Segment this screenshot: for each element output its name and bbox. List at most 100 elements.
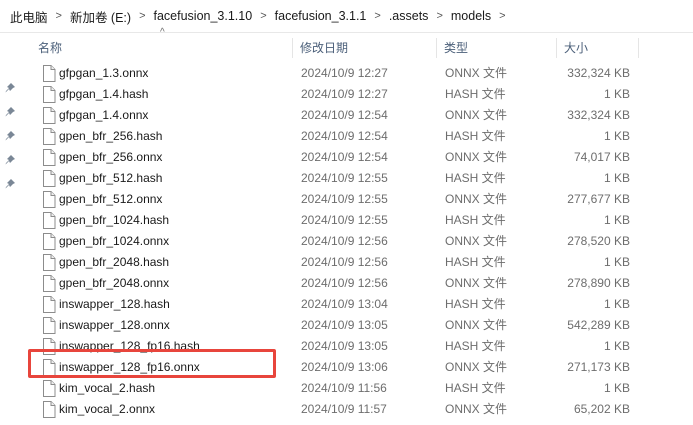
file-name: gfpgan_1.4.hash [59, 87, 149, 101]
file-row[interactable]: inswapper_128.onnx 2024/10/9 13:05 ONNX 文件… [22, 315, 693, 336]
file-date: 2024/10/9 13:04 [301, 297, 388, 311]
file-name: gfpgan_1.3.onnx [59, 66, 149, 80]
breadcrumb: 此电脑 > 新加卷 (E:) > facefusion_3.1.10 > fac… [0, 0, 693, 33]
file-date: 2024/10/9 13:05 [301, 339, 388, 353]
pin-icon[interactable] [4, 130, 16, 142]
file-row[interactable]: gpen_bfr_1024.onnx 2024/10/9 12:56 ONNX 文件… [22, 231, 693, 252]
file-date: 2024/10/9 12:56 [301, 255, 388, 269]
chevron-right-icon[interactable]: > [50, 10, 68, 22]
file-name: inswapper_128.onnx [59, 318, 170, 332]
file-size: 1 KB [603, 339, 630, 353]
file-row[interactable]: gpen_bfr_512.onnx 2024/10/9 12:55 ONNX 文件 2… [22, 189, 693, 210]
file-row[interactable]: gpen_bfr_256.hash 2024/10/9 12:54 HASH 文件 1… [22, 126, 693, 147]
file-date: 2024/10/9 12:27 [301, 87, 388, 101]
pin-icon[interactable] [4, 82, 16, 94]
file-icon [42, 233, 56, 250]
column-divider[interactable] [292, 38, 293, 58]
file-name: gfpgan_1.4.onnx [59, 108, 149, 122]
chevron-right-icon[interactable]: > [368, 10, 386, 22]
file-row[interactable]: gfpgan_1.3.onnx 2024/10/9 12:27 ONNX 文件 332… [22, 63, 693, 84]
file-date: 2024/10/9 13:05 [301, 318, 388, 332]
file-type: ONNX 文件 [445, 150, 508, 164]
chevron-right-icon[interactable]: > [493, 10, 511, 22]
file-type: HASH 文件 [445, 339, 506, 353]
file-name: kim_vocal_2.onnx [59, 402, 156, 416]
file-name: gpen_bfr_1024.hash [59, 213, 170, 227]
pin-icon[interactable] [4, 106, 16, 118]
file-name: gpen_bfr_2048.hash [59, 255, 170, 269]
chevron-right-icon[interactable]: > [133, 10, 151, 22]
file-icon [42, 86, 56, 103]
file-type: ONNX 文件 [445, 66, 508, 80]
file-type: HASH 文件 [445, 87, 506, 101]
file-row[interactable]: gfpgan_1.4.onnx 2024/10/9 12:54 ONNX 文件 332… [22, 105, 693, 126]
file-type: ONNX 文件 [445, 318, 508, 332]
file-size: 74,017 KB [573, 150, 630, 164]
column-divider[interactable] [638, 38, 639, 58]
breadcrumb-item[interactable]: models [449, 9, 493, 23]
file-type: ONNX 文件 [445, 192, 508, 206]
file-size: 278,520 KB [567, 234, 630, 248]
file-date: 2024/10/9 12:55 [301, 192, 388, 206]
file-row[interactable]: gpen_bfr_256.onnx 2024/10/9 12:54 ONNX 文件 7… [22, 147, 693, 168]
file-date: 2024/10/9 12:56 [301, 234, 388, 248]
file-type: ONNX 文件 [445, 402, 508, 416]
file-icon [42, 212, 56, 229]
breadcrumb-item[interactable]: facefusion_3.1.10 [152, 9, 255, 23]
file-icon [42, 275, 56, 292]
breadcrumb-item[interactable]: 新加卷 (E:) [68, 7, 133, 26]
file-icon [42, 317, 56, 334]
file-size: 1 KB [603, 87, 630, 101]
file-type: HASH 文件 [445, 129, 506, 143]
file-size: 1 KB [603, 129, 630, 143]
file-name: kim_vocal_2.hash [59, 381, 156, 395]
chevron-right-icon[interactable]: > [430, 10, 448, 22]
file-icon [42, 170, 56, 187]
column-header-size[interactable]: 大小 [560, 36, 638, 60]
file-name: gpen_bfr_256.hash [59, 129, 163, 143]
file-date: 2024/10/9 12:55 [301, 213, 388, 227]
file-date: 2024/10/9 12:54 [301, 150, 388, 164]
file-size: 65,202 KB [573, 402, 630, 416]
file-name: gpen_bfr_2048.onnx [59, 276, 170, 290]
breadcrumb-item[interactable]: .assets [387, 9, 431, 23]
column-headers: ^ 名称 修改日期 类型 大小 [22, 27, 693, 60]
file-icon [42, 296, 56, 313]
breadcrumb-item[interactable]: facefusion_3.1.1 [273, 9, 369, 23]
file-row[interactable]: kim_vocal_2.hash 2024/10/9 11:56 HASH 文件 1 … [22, 378, 693, 399]
file-row[interactable]: kim_vocal_2.onnx 2024/10/9 11:57 ONNX 文件 65… [22, 399, 693, 420]
file-date: 2024/10/9 12:55 [301, 171, 388, 185]
file-size: 1 KB [603, 297, 630, 311]
file-type: ONNX 文件 [445, 108, 508, 122]
breadcrumb-item[interactable]: 此电脑 [0, 7, 50, 26]
file-date: 2024/10/9 12:56 [301, 276, 388, 290]
column-header-name[interactable]: 名称 [34, 36, 284, 60]
file-date: 2024/10/9 12:54 [301, 108, 388, 122]
pin-icon[interactable] [4, 178, 16, 190]
file-size: 277,677 KB [567, 192, 630, 206]
file-icon [42, 128, 56, 145]
chevron-right-icon[interactable]: > [254, 10, 272, 22]
file-size: 1 KB [603, 171, 630, 185]
navigation-pane [0, 33, 22, 425]
file-size: 271,173 KB [567, 360, 630, 374]
file-row[interactable]: gpen_bfr_2048.hash 2024/10/9 12:56 HASH 文件… [22, 252, 693, 273]
pin-icon[interactable] [4, 154, 16, 166]
file-type: HASH 文件 [445, 381, 506, 395]
column-divider[interactable] [556, 38, 557, 58]
file-row[interactable]: gpen_bfr_512.hash 2024/10/9 12:55 HASH 文件 1… [22, 168, 693, 189]
file-row[interactable]: gpen_bfr_1024.hash 2024/10/9 12:55 HASH 文件… [22, 210, 693, 231]
file-row[interactable]: gpen_bfr_2048.onnx 2024/10/9 12:56 ONNX 文件… [22, 273, 693, 294]
file-date: 2024/10/9 11:57 [301, 402, 387, 416]
file-icon [42, 254, 56, 271]
column-divider[interactable] [436, 38, 437, 58]
file-icon [42, 107, 56, 124]
column-header-date[interactable]: 修改日期 [296, 36, 436, 60]
file-size: 1 KB [603, 381, 630, 395]
file-type: HASH 文件 [445, 255, 506, 269]
column-header-type[interactable]: 类型 [440, 36, 556, 60]
file-name: gpen_bfr_512.hash [59, 171, 163, 185]
file-icon [42, 65, 56, 82]
file-row[interactable]: inswapper_128.hash 2024/10/9 13:04 HASH 文件… [22, 294, 693, 315]
file-row[interactable]: gfpgan_1.4.hash 2024/10/9 12:27 HASH 文件 1 K… [22, 84, 693, 105]
